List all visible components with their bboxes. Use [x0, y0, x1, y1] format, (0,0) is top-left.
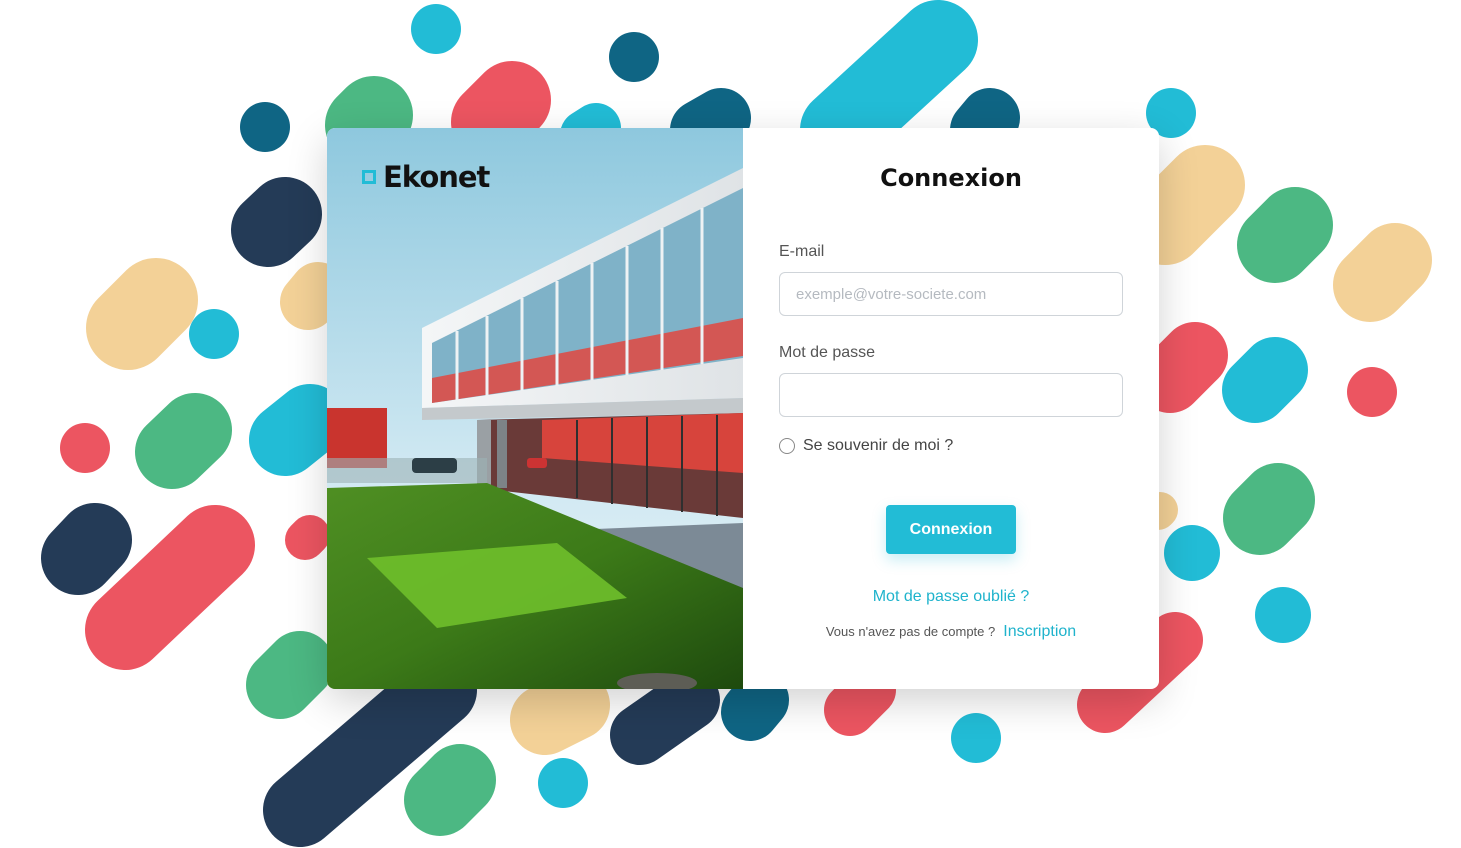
building-photo	[327, 128, 743, 689]
remember-me-row[interactable]: Se souvenir de moi ?	[779, 437, 1123, 455]
signup-row: Vous n'avez pas de compte ? Inscription	[779, 623, 1123, 641]
forgot-password-link[interactable]: Mot de passe oublié ?	[779, 588, 1123, 606]
brand-logo: Ekonet	[362, 160, 490, 194]
password-field[interactable]	[779, 373, 1123, 417]
signup-prompt: Vous n'avez pas de compte ?	[825, 624, 996, 639]
page-title: Connexion	[880, 164, 1022, 192]
remember-me-label: Se souvenir de moi ?	[803, 437, 954, 454]
email-field[interactable]	[779, 272, 1123, 316]
login-button[interactable]: Connexion	[886, 505, 1016, 554]
brand-name: Ekonet	[383, 160, 490, 194]
signup-link[interactable]: Inscription	[1003, 623, 1076, 641]
remember-me-radio[interactable]	[779, 438, 795, 454]
login-card: Ekonet Connexion E-mail Mot de passe Se …	[327, 128, 1159, 689]
login-form: Connexion E-mail Mot de passe Se souveni…	[743, 128, 1159, 689]
password-label: Mot de passe	[779, 344, 876, 361]
building-photo-panel: Ekonet	[327, 128, 743, 689]
email-label: E-mail	[779, 243, 825, 260]
submit-wrap: Connexion	[779, 505, 1123, 554]
brand-square-icon	[362, 170, 376, 184]
